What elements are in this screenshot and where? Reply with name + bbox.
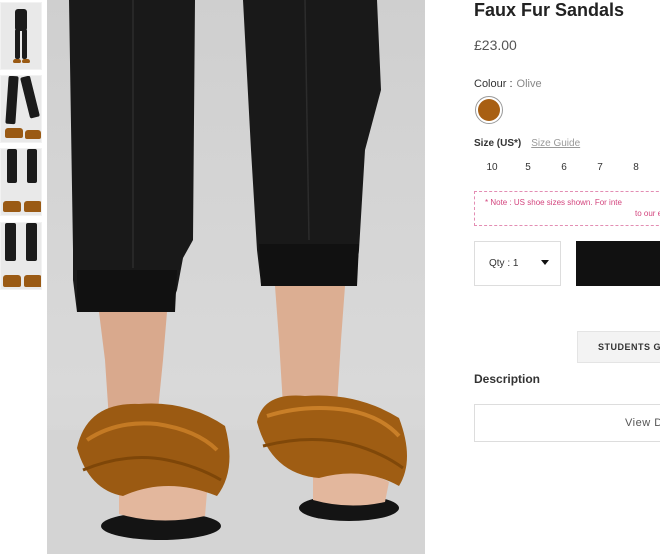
product-details-panel: Faux Fur Sandals £23.00 Colour : Olive Si…	[474, 0, 660, 554]
size-note: * Note : US shoe sizes shown. For inte t…	[474, 191, 660, 226]
size-options: 10 5 6 7 8	[474, 157, 654, 179]
size-option-6[interactable]: 6	[546, 157, 582, 179]
add-to-bag-button[interactable]	[576, 241, 660, 286]
size-option-5[interactable]: 5	[510, 157, 546, 179]
colour-value: Olive	[516, 78, 542, 90]
colour-swatch-olive[interactable]	[475, 96, 503, 124]
size-guide-link[interactable]: Size Guide	[531, 138, 580, 149]
main-product-image[interactable]	[47, 0, 425, 554]
colour-label: Colour :	[474, 78, 513, 90]
quantity-select[interactable]: Qty : 1	[474, 241, 561, 286]
students-discount-button[interactable]: STUDENTS G	[577, 331, 660, 363]
thumbnail-1[interactable]	[0, 2, 42, 70]
view-details-button[interactable]: View D	[474, 404, 660, 442]
size-note-line1: * Note : US shoe sizes shown. For inte	[485, 198, 622, 207]
thumbnail-3[interactable]	[0, 148, 42, 216]
thumbnail-4[interactable]	[0, 222, 42, 290]
size-option-7[interactable]: 7	[582, 157, 618, 179]
thumbnail-strip	[0, 0, 44, 554]
size-row: Size (US*) Size Guide	[474, 138, 580, 149]
colour-swatch-fill	[478, 99, 500, 121]
size-label: Size (US*)	[474, 138, 522, 149]
product-price: £23.00	[474, 37, 517, 53]
thumbnail-2[interactable]	[0, 75, 42, 143]
size-option-8[interactable]: 8	[618, 157, 654, 179]
product-title: Faux Fur Sandals	[474, 0, 625, 20]
colour-row: Colour : Olive	[474, 78, 542, 90]
size-option-10[interactable]: 10	[474, 157, 510, 179]
description-heading: Description	[474, 372, 541, 386]
quantity-label: Qty : 1	[489, 258, 519, 269]
size-note-line2: to our e	[635, 209, 660, 218]
chevron-down-icon	[541, 260, 549, 265]
